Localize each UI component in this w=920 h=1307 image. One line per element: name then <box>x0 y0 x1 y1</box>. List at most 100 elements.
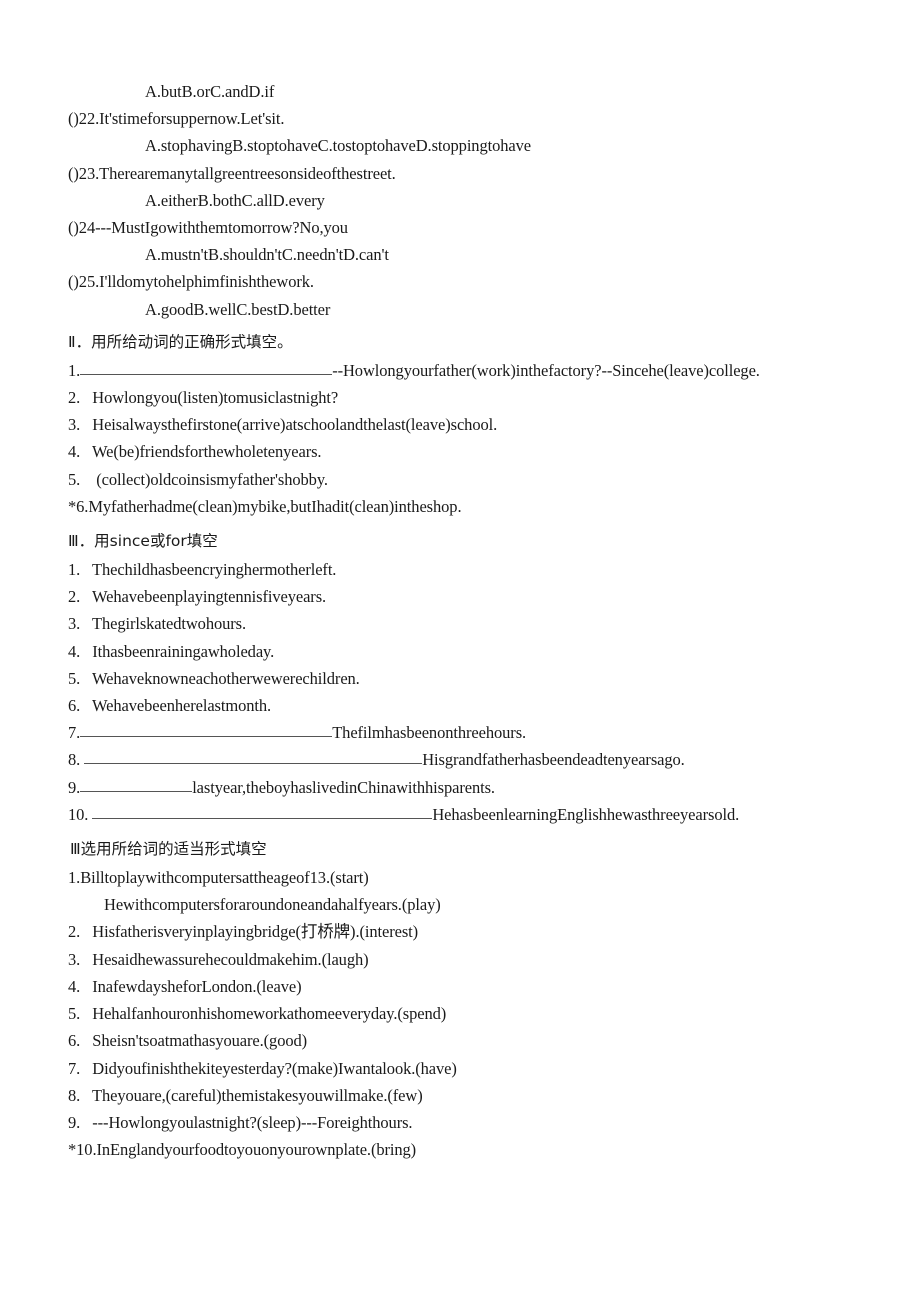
item-text: (collect)oldcoinsismyfather'shobby. <box>92 469 328 489</box>
section-three-item: 8. Hisgrandfatherhasbeendeadtenyearsago. <box>0 746 920 773</box>
section-two-heading: Ⅱ．用所给动词的正确形式填空。 <box>68 332 293 351</box>
mc-option-row: A.eitherB.bothC.allD.every <box>145 190 325 210</box>
item-text: Thegirlskatedtwohours. <box>91 614 247 634</box>
worksheet-page: A.butB.orC.andD.if ()22.It'stimeforsuppe… <box>0 0 920 1307</box>
section-four-item: Hewithcomputersforaroundoneandahalfyears… <box>0 891 920 918</box>
section-four-item: 5. Hehalfanhouronhishomeworkathomeeveryd… <box>0 1000 920 1027</box>
item-number: 6. <box>68 1031 81 1051</box>
section-two: Ⅱ．用所给动词的正确形式填空。 1. --Howlongyourfather(wo… <box>0 323 920 520</box>
item-number: 4. <box>68 641 81 661</box>
item-number: *6. <box>68 496 89 516</box>
item-gap <box>80 1031 92 1050</box>
item-number: 8. <box>68 1085 81 1105</box>
mc-question-22: ()22.It'stimeforsuppernow.Let'sit. <box>68 109 285 129</box>
item-number: 1. <box>68 560 81 580</box>
section-three-item: 6. Wehavebeenherelastmonth. <box>0 692 920 719</box>
item-number: 4. <box>68 442 81 462</box>
item-gap <box>80 922 92 941</box>
item-text: Sheisn'tsoatmathasyouare.(good) <box>92 1031 308 1051</box>
item-number: 2. <box>68 388 81 408</box>
item-text: HehasbeenlearningEnglishhewasthreeyearso… <box>432 804 740 824</box>
item-text: Wehaveknowneachotherwewerechildren. <box>91 668 360 688</box>
item-gap <box>80 614 92 633</box>
section-three-item: 1. Thechildhasbeencryinghermotherleft. <box>0 556 920 583</box>
item-gap <box>80 1086 92 1105</box>
item-gap <box>80 669 92 688</box>
item-number: 9. <box>68 777 81 797</box>
item-number: 7. <box>68 723 81 743</box>
section-three-item: 5. Wehaveknowneachotherwewerechildren. <box>0 665 920 692</box>
section-four-item: 4. InafewdaysheforLondon.(leave) <box>0 973 920 1000</box>
item-number: *10. <box>68 1140 97 1160</box>
item-text: Hesaidhewassurehecouldmakehim.(laugh) <box>92 949 369 969</box>
item-gap <box>80 950 92 969</box>
section-two-item: 3. Heisalwaysthefirstone(arrive)atschool… <box>0 411 920 438</box>
section-four-item: 6. Sheisn'tsoatmathasyouare.(good) <box>0 1027 920 1054</box>
item-text: Hehalfanhouronhishomeworkathomeeveryday.… <box>92 1004 447 1024</box>
item-gap <box>80 1004 92 1023</box>
item-gap <box>80 470 92 489</box>
worksheet-content: A.butB.orC.andD.if ()22.It'stimeforsuppe… <box>0 0 920 1163</box>
item-number: 3. <box>68 415 81 435</box>
multiple-choice-section: A.butB.orC.andD.if ()22.It'stimeforsuppe… <box>0 0 920 323</box>
fill-in-blank[interactable] <box>92 804 433 819</box>
item-text: Theyouare,(careful)themistakesyouwillmak… <box>91 1085 423 1105</box>
item-number: 10. <box>68 804 89 824</box>
item-text: ---Howlongyoulastnight?(sleep)---Foreigh… <box>92 1112 413 1132</box>
item-number: 1. <box>68 868 81 888</box>
section-three-item: 10. HehasbeenlearningEnglishhewasthreeye… <box>0 801 920 828</box>
item-gap <box>80 587 92 606</box>
item-gap <box>80 1113 92 1132</box>
section-two-item: 4. We(be)friendsforthewholetenyears. <box>0 438 920 465</box>
item-text: --Howlongyourfather(work)inthefactory?--… <box>332 360 760 380</box>
fill-in-blank[interactable] <box>80 360 333 375</box>
item-number: 6. <box>68 696 81 716</box>
section-four-item: 8. Theyouare,(careful)themistakesyouwill… <box>0 1082 920 1109</box>
section-three-item: 9. lastyear,theboyhaslivedinChinawithhisp… <box>0 774 920 801</box>
fill-in-blank[interactable] <box>80 722 333 738</box>
item-number: 3. <box>68 614 81 634</box>
item-gap <box>80 388 92 407</box>
item-gap <box>80 977 92 996</box>
fill-in-blank[interactable] <box>80 777 193 792</box>
item-gap <box>80 415 92 434</box>
item-text: InEnglandyourfoodtoyouonyourownplate.(br… <box>96 1140 417 1160</box>
item-text: Wehavebeenplayingtennisfiveyears. <box>91 587 327 607</box>
fill-in-blank[interactable] <box>84 749 423 765</box>
section-four-item: 9. ---Howlongyoulastnight?(sleep)---Fore… <box>0 1109 920 1136</box>
item-number: 4. <box>68 976 81 996</box>
mc-question-24: ()24---MustIgowiththemtomorrow?No,you <box>68 218 348 238</box>
section-four-item: 7. Didyoufinishthekiteyesterday?(make)Iw… <box>0 1055 920 1082</box>
item-gap <box>80 696 92 715</box>
mc-option-row: A.goodB.wellC.bestD.better <box>145 299 331 319</box>
section-three-heading: Ⅲ．用since或for填空 <box>68 532 218 551</box>
item-number: 7. <box>68 1058 81 1078</box>
item-text: Howlongyou(listen)tomusiclastnight? <box>92 388 339 408</box>
mc-option-row: A.mustn'tB.shouldn'tC.needn'tD.can't <box>145 245 389 265</box>
item-text: Ithasbeenrainingawholeday. <box>92 641 275 661</box>
section-three-item: 7. Thefilmhasbeenonthreehours. <box>0 719 920 746</box>
section-two-item: 1. --Howlongyourfather(work)inthefactory?… <box>0 357 920 384</box>
section-four-item: 3. Hesaidhewassurehecouldmakehim.(laugh) <box>0 946 920 973</box>
item-gap <box>80 442 92 461</box>
section-two-item: 5. (collect)oldcoinsismyfather'shobby. <box>0 466 920 493</box>
section-three-item: 4. Ithasbeenrainingawholeday. <box>0 638 920 665</box>
item-number: 8. <box>68 750 81 770</box>
item-text: Hisgrandfatherhasbeendeadtenyearsago. <box>422 750 685 770</box>
item-number: 5. <box>68 668 81 688</box>
section-four-item: *10.InEnglandyourfoodtoyouonyourownplate… <box>0 1136 920 1163</box>
item-gap <box>80 1059 92 1078</box>
item-text: Hewithcomputersforaroundoneandahalfyears… <box>104 895 441 915</box>
item-text: Hisfatherisveryinplayingbridge(打桥牌).(int… <box>92 922 419 942</box>
mc-option-row: A.butB.orC.andD.if <box>145 82 275 101</box>
section-two-item: 2. Howlongyou(listen)tomusiclastnight? <box>0 384 920 411</box>
item-number: 3. <box>68 949 81 969</box>
section-four-item: 2. Hisfatherisveryinplayingbridge(打桥牌).(… <box>0 918 920 945</box>
item-text: InafewdaysheforLondon.(leave) <box>92 976 302 996</box>
item-number: 2. <box>68 587 81 607</box>
item-gap <box>80 560 92 579</box>
section-four-heading: Ⅲ选用所给词的适当形式填空 <box>70 840 267 859</box>
item-text: lastyear,theboyhaslivedinChinawithhispar… <box>192 777 495 797</box>
item-text: Thechildhasbeencryinghermotherleft. <box>91 560 337 580</box>
item-number: 1. <box>68 360 81 380</box>
